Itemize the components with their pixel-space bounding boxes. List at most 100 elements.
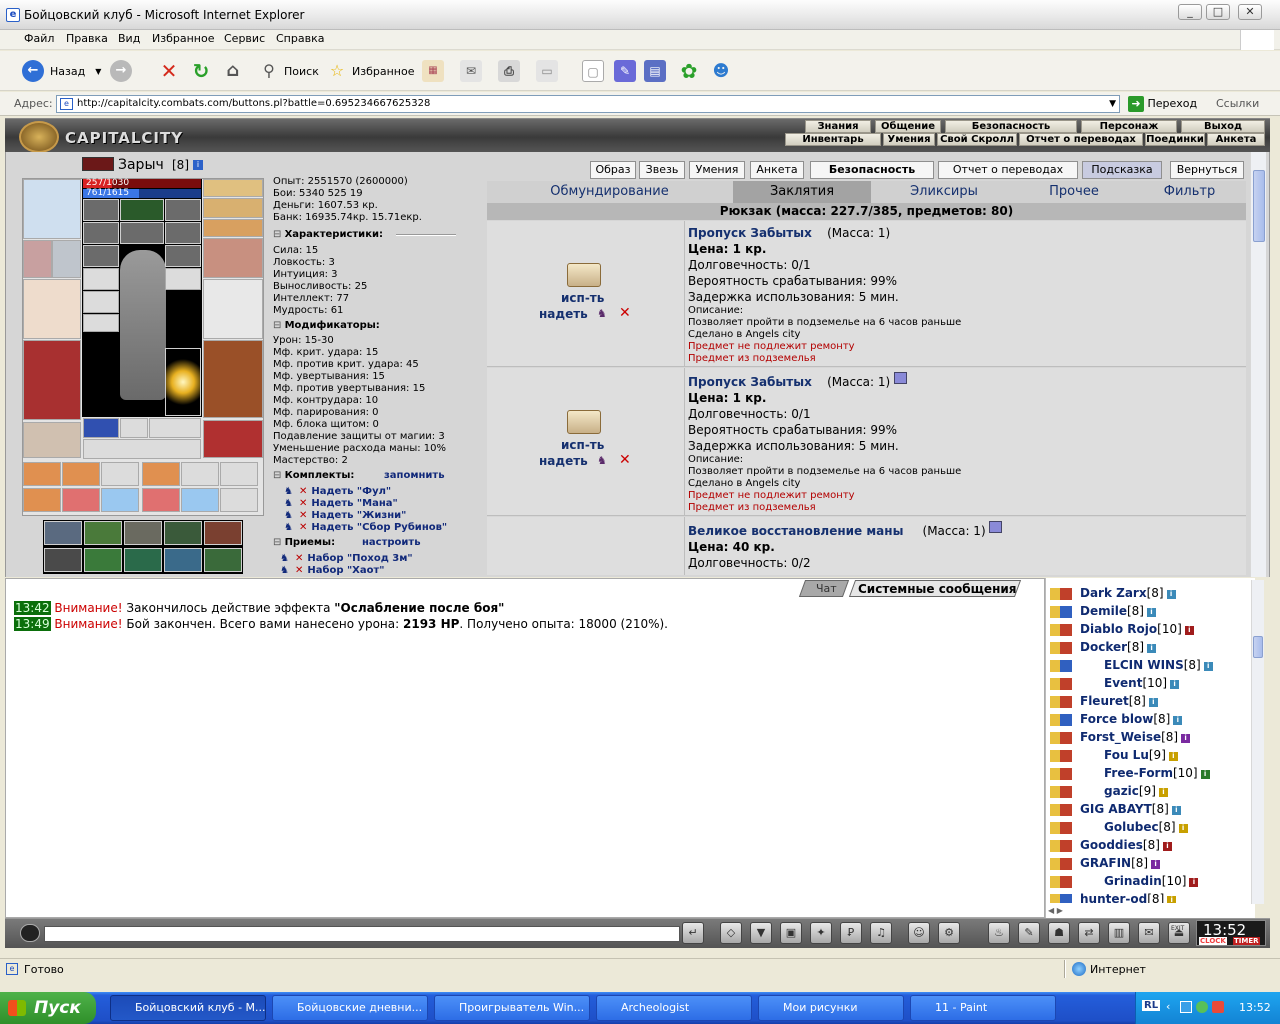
- message-time[interactable]: 13:42: [14, 601, 51, 615]
- beast-button[interactable]: Звезь: [639, 161, 685, 179]
- profile-button[interactable]: Анкета: [750, 161, 804, 179]
- belt-slot-11[interactable]: [181, 488, 219, 512]
- nav-inventory[interactable]: Инвентарь: [785, 133, 881, 146]
- slot-armor[interactable]: [23, 340, 81, 420]
- tab-spells[interactable]: Заклятия: [733, 181, 871, 203]
- user-row[interactable]: Gooddies[8] i: [1046, 837, 1242, 855]
- user-row[interactable]: hunter-od[8] i: [1046, 891, 1242, 903]
- chat-input[interactable]: [44, 926, 680, 942]
- user-row[interactable]: ELCIN WINS[8] i: [1046, 657, 1242, 675]
- private-message-icon[interactable]: [1050, 660, 1072, 672]
- user-row[interactable]: Fou Lu[9] i: [1046, 747, 1242, 765]
- research-button[interactable]: ▤: [644, 59, 666, 83]
- save-icon[interactable]: ▣: [780, 922, 802, 944]
- delete-icon[interactable]: ✕: [299, 486, 307, 497]
- effect-icon-9[interactable]: [164, 548, 202, 572]
- user-name[interactable]: hunter-od[8] i: [1080, 892, 1177, 903]
- hint-button[interactable]: Подсказка: [1082, 161, 1162, 179]
- slot-ring-4[interactable]: [203, 219, 263, 237]
- private-message-icon[interactable]: [1050, 786, 1072, 798]
- private-message-icon[interactable]: [1050, 606, 1072, 618]
- userlist-scrollbar[interactable]: [1251, 580, 1264, 904]
- menu-help[interactable]: Справка: [276, 32, 324, 45]
- user-name[interactable]: Demile[8] i: [1080, 604, 1156, 618]
- tab-other[interactable]: Прочее: [1017, 181, 1131, 203]
- drop-icon[interactable]: ✕: [619, 305, 631, 321]
- effect-icon-3[interactable]: [124, 521, 162, 545]
- skills-button[interactable]: Умения: [689, 161, 745, 179]
- private-message-icon[interactable]: [1050, 678, 1072, 690]
- nav-own-scroll[interactable]: Свой Скролл: [937, 133, 1017, 146]
- tab-filter[interactable]: Фильтр: [1133, 181, 1246, 203]
- private-message-icon[interactable]: [1050, 642, 1072, 654]
- forward-button[interactable]: →: [110, 59, 132, 83]
- slot-rune-5[interactable]: [165, 222, 201, 244]
- menu-edit[interactable]: Правка: [66, 32, 108, 45]
- icq-button[interactable]: ✿: [678, 59, 700, 83]
- task-diaries[interactable]: Бойцовские дневни...: [272, 995, 428, 1021]
- delete-icon[interactable]: ✕: [299, 510, 307, 521]
- belt-slot-9[interactable]: [101, 488, 139, 512]
- message-time[interactable]: 13:49: [14, 617, 51, 631]
- user-row[interactable]: Golubec[8] i: [1046, 819, 1242, 837]
- messenger-button[interactable]: ✎: [614, 59, 636, 83]
- filter-icon[interactable]: ▼: [750, 922, 772, 944]
- history-button[interactable]: ▦: [422, 59, 444, 83]
- private-message-icon[interactable]: [1050, 696, 1072, 708]
- page-scrollbar[interactable]: [1250, 152, 1266, 577]
- task-combats-ie[interactable]: Бойцовский клуб - М...: [110, 995, 266, 1021]
- private-message-icon[interactable]: [1050, 804, 1072, 816]
- private-message-icon[interactable]: [1050, 750, 1072, 762]
- use-link[interactable]: исп-ть: [561, 438, 604, 452]
- delete-icon[interactable]: ✕: [295, 553, 303, 564]
- wear-link[interactable]: надеть: [539, 454, 588, 468]
- slot-belt[interactable]: [23, 422, 81, 458]
- tray-app-icon[interactable]: [1212, 1001, 1224, 1013]
- user-row[interactable]: Dark Zarx[8] i: [1046, 585, 1242, 603]
- maximize-button[interactable]: □: [1206, 4, 1230, 20]
- language-indicator[interactable]: RL: [1142, 1000, 1161, 1011]
- belt-slot-3[interactable]: [101, 462, 139, 486]
- refresh-button[interactable]: ↻: [190, 59, 212, 83]
- set-full[interactable]: ♞ ✕ Надеть "Фул": [284, 486, 391, 497]
- scroll-item-icon[interactable]: [567, 410, 601, 434]
- delete-icon[interactable]: ✕: [299, 522, 307, 533]
- address-dropdown-icon[interactable]: ▼: [1109, 96, 1116, 112]
- slot-boots[interactable]: [203, 420, 263, 458]
- trick-set-1[interactable]: ♞ ✕ Набор "Поход 3м": [280, 553, 413, 564]
- tab-elixirs[interactable]: Эликсиры: [873, 181, 1015, 203]
- nav-profile[interactable]: Анкета: [1207, 133, 1265, 146]
- user-name[interactable]: Gooddies[8] i: [1080, 838, 1172, 852]
- slot-rune-6[interactable]: [83, 245, 119, 267]
- user-name[interactable]: GRAFIN[8] i: [1080, 856, 1161, 870]
- slot-leggings[interactable]: [203, 340, 263, 418]
- set-mana[interactable]: ♞ ✕ Надеть "Мана": [284, 498, 398, 509]
- user-name[interactable]: Free-Form[10] i: [1104, 766, 1210, 780]
- effect-icon-2[interactable]: [84, 521, 122, 545]
- slot-bag[interactable]: [83, 439, 201, 459]
- contacts-button[interactable]: ☻: [710, 59, 732, 83]
- userlist-hscroll[interactable]: ◀ ▶: [1048, 906, 1244, 916]
- menu-file[interactable]: Файл: [24, 32, 54, 45]
- menu-favorites[interactable]: Избранное: [152, 32, 214, 45]
- slot-amulet[interactable]: [120, 199, 164, 221]
- user-name[interactable]: Forst_Weise[8] i: [1080, 730, 1191, 744]
- belt-slot-7[interactable]: [23, 488, 61, 512]
- belt-slot-4[interactable]: [142, 462, 180, 486]
- slot-gloves[interactable]: [52, 240, 81, 278]
- user-name[interactable]: ELCIN WINS[8] i: [1104, 658, 1213, 672]
- slot-rune-4[interactable]: [120, 222, 164, 244]
- use-link[interactable]: исп-ть: [561, 291, 604, 305]
- task-media-player[interactable]: Проигрыватель Win...: [434, 995, 590, 1021]
- user-row[interactable]: Docker[8] i: [1046, 639, 1242, 657]
- user-row[interactable]: Demile[8] i: [1046, 603, 1242, 621]
- user-name[interactable]: Diablo Rojo[10] i: [1080, 622, 1194, 636]
- user-row[interactable]: GRAFIN[8] i: [1046, 855, 1242, 873]
- scroll-item-icon[interactable]: [567, 263, 601, 287]
- scrollbar-thumb[interactable]: [1253, 170, 1265, 242]
- inventory-icon[interactable]: ▥: [1108, 922, 1130, 944]
- private-message-icon[interactable]: [1050, 840, 1072, 852]
- private-message-icon[interactable]: [1050, 714, 1072, 726]
- item-name[interactable]: Великое восстановление маны: [688, 524, 903, 538]
- user-name[interactable]: Fou Lu[9] i: [1104, 748, 1178, 762]
